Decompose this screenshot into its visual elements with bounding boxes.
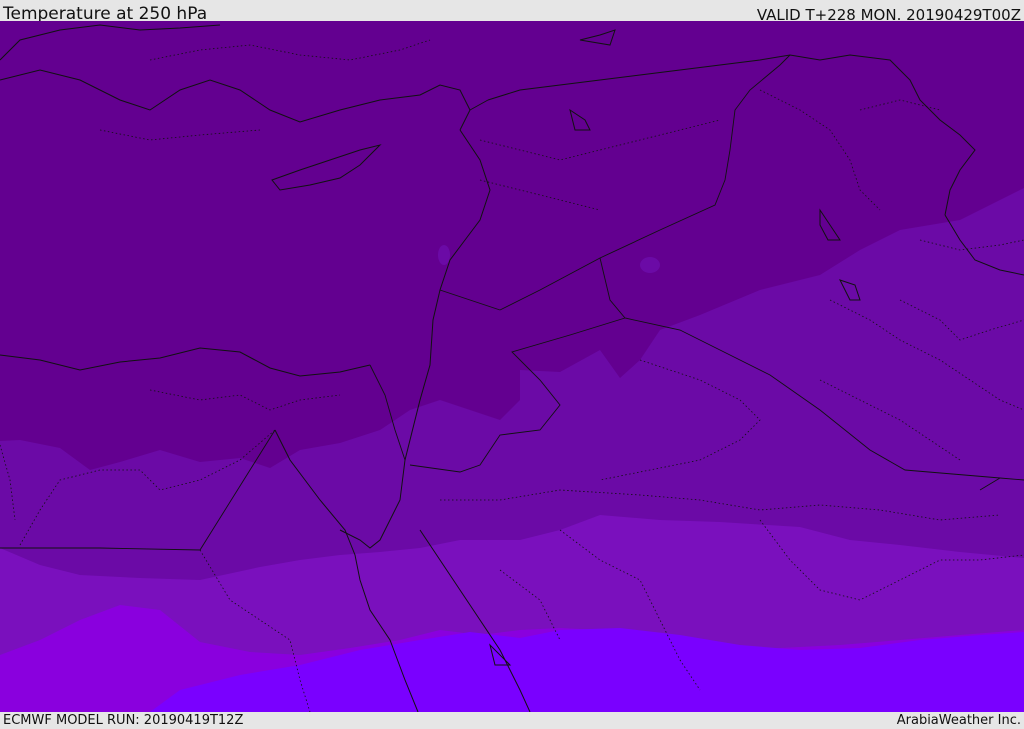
temperature-band-2-cell xyxy=(640,257,660,273)
weather-map[interactable] xyxy=(0,21,1024,712)
credit-label: ArabiaWeather Inc. xyxy=(896,713,1021,728)
model-run-label: ECMWF MODEL RUN: 20190419T12Z xyxy=(3,713,244,728)
header-bar: Temperature at 250 hPa VALID T+228 MON. … xyxy=(0,0,1024,24)
footer-bar: ECMWF MODEL RUN: 20190419T12Z ArabiaWeat… xyxy=(0,712,1024,729)
temperature-band-2-cell-b xyxy=(438,245,450,265)
